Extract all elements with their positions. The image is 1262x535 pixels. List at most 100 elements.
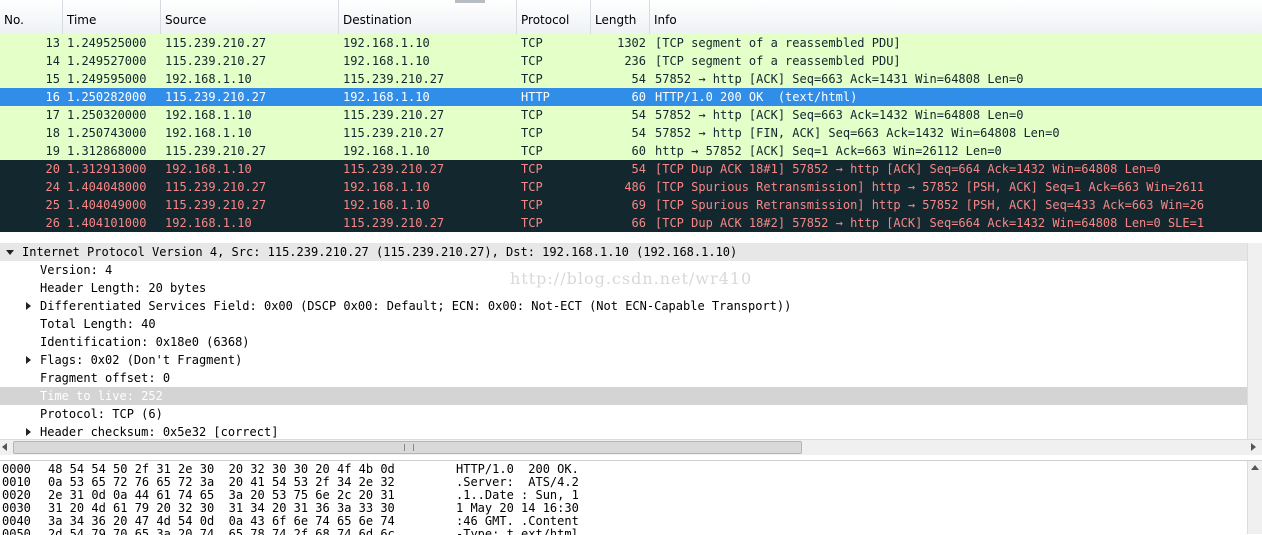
packet-length: 54 <box>631 108 646 122</box>
detail-row[interactable]: Differentiated Services Field: 0x00 (DSC… <box>0 297 1262 315</box>
packet-time: 1.249595000 <box>67 72 147 86</box>
packet-destination: 192.168.1.10 <box>343 54 430 68</box>
column-header-time[interactable]: Time <box>63 0 161 34</box>
detail-row[interactable]: Header checksum: 0x5e32 [correct] <box>0 423 1262 439</box>
packet-protocol: TCP <box>521 198 543 212</box>
packet-length: 69 <box>631 198 646 212</box>
column-header-destination[interactable]: Destination <box>339 0 517 34</box>
packet-protocol: TCP <box>521 54 543 68</box>
packet-protocol: HTTP <box>521 90 550 104</box>
column-header-no[interactable]: No. <box>0 0 63 34</box>
packet-destination: 115.239.210.27 <box>343 162 445 176</box>
packet-protocol: TCP <box>521 162 543 176</box>
packet-no: 15 <box>45 72 60 86</box>
packet-list-header: No. Time Source Destination Protocol Len… <box>0 0 1262 35</box>
packet-source: 115.239.210.27 <box>165 198 267 212</box>
expand-right-arrow-icon[interactable] <box>22 423 36 439</box>
packet-protocol: TCP <box>521 126 543 140</box>
packet-source: 115.239.210.27 <box>165 36 267 50</box>
detail-row[interactable]: Total Length: 40 <box>0 315 1262 333</box>
packet-length: 54 <box>631 72 646 86</box>
packet-no: 25 <box>45 198 60 212</box>
packet-length: 486 <box>624 180 646 194</box>
packet-protocol: TCP <box>521 108 543 122</box>
expand-right-arrow-icon[interactable] <box>22 297 36 315</box>
packet-bytes-pane[interactable]: 0000 48 54 54 50 2f 31 2e 30 20 32 30 30 … <box>0 460 1262 535</box>
detail-text: Internet Protocol Version 4, Src: 115.23… <box>22 245 738 259</box>
packet-source: 192.168.1.10 <box>165 216 252 230</box>
packet-time: 1.250282000 <box>67 90 147 104</box>
scroll-left-arrow-icon[interactable] <box>2 443 7 451</box>
packet-row[interactable]: 18 1.250743000 192.168.1.10 115.239.210.27 T… <box>0 124 1262 142</box>
packet-row[interactable]: 25 1.404049000 115.239.210.27 192.168.1.10 T… <box>0 196 1262 214</box>
packet-source: 115.239.210.27 <box>165 54 267 68</box>
packet-row[interactable]: 17 1.250320000 192.168.1.10 115.239.210.27 T… <box>0 106 1262 124</box>
packet-time: 1.312868000 <box>67 144 147 158</box>
packet-info: [TCP Spurious Retransmission] http → 578… <box>655 180 1205 194</box>
details-horizontal-scrollbar[interactable] <box>0 439 1262 455</box>
detail-row[interactable]: Fragment offset: 0 <box>0 369 1262 387</box>
packet-protocol: TCP <box>521 180 543 194</box>
packet-row[interactable]: 24 1.404048000 115.239.210.27 192.168.1.10 T… <box>0 178 1262 196</box>
grip-icon <box>404 444 414 451</box>
details-vertical-scrollbar[interactable] <box>1247 243 1262 439</box>
packet-row[interactable]: 16 1.250282000 115.239.210.27 192.168.1.10 H… <box>0 88 1262 106</box>
packet-protocol: TCP <box>521 36 543 50</box>
detail-text: Time to live: 252 <box>40 389 163 403</box>
packet-source: 192.168.1.10 <box>165 126 252 140</box>
packet-source: 115.239.210.27 <box>165 180 267 194</box>
packet-row[interactable]: 15 1.249595000 192.168.1.10 115.239.210.27 T… <box>0 70 1262 88</box>
packet-row[interactable]: 26 1.404101000 192.168.1.10 115.239.210.27 T… <box>0 214 1262 232</box>
triangle-icon <box>6 250 14 255</box>
packet-row[interactable]: 20 1.312913000 192.168.1.10 115.239.210.27 T… <box>0 160 1262 178</box>
detail-row[interactable]: Identification: 0x18e0 (6368) <box>0 333 1262 351</box>
packet-length: 66 <box>631 216 646 230</box>
column-header-info[interactable]: Info <box>650 0 1262 34</box>
column-header-protocol[interactable]: Protocol <box>517 0 591 34</box>
packet-details-pane[interactable]: Internet Protocol Version 4, Src: 115.23… <box>0 243 1262 439</box>
packet-length: 60 <box>631 90 646 104</box>
packet-length: 60 <box>631 144 646 158</box>
detail-row[interactable]: Flags: 0x02 (Don't Fragment) <box>0 351 1262 369</box>
detail-row[interactable]: Internet Protocol Version 4, Src: 115.23… <box>0 243 1262 261</box>
watermark-text: http://blog.csdn.net/wr410 <box>510 269 753 288</box>
detail-text: Version: 4 <box>40 263 113 277</box>
packet-time: 1.404049000 <box>67 198 147 212</box>
packet-info: [TCP segment of a reassembled PDU] <box>655 54 901 68</box>
bytes-vertical-scrollbar[interactable] <box>1247 461 1262 534</box>
packet-no: 26 <box>45 216 60 230</box>
detail-row[interactable]: Protocol: TCP (6) <box>0 405 1262 423</box>
column-header-length[interactable]: Length <box>591 0 650 34</box>
packet-info: [TCP Dup ACK 18#1] 57852 → http [ACK] Se… <box>655 162 1161 176</box>
detail-text: Total Length: 40 <box>40 317 156 331</box>
scroll-right-arrow-icon[interactable] <box>1251 443 1256 451</box>
packet-time: 1.250743000 <box>67 126 147 140</box>
packet-time: 1.312913000 <box>67 162 147 176</box>
packet-list-hscroll-thumb[interactable] <box>455 0 485 3</box>
packet-row[interactable]: 14 1.249527000 115.239.210.27 192.168.1.10 T… <box>0 52 1262 70</box>
packet-time: 1.249527000 <box>67 54 147 68</box>
packet-destination: 192.168.1.10 <box>343 198 430 212</box>
detail-text: Identification: 0x18e0 (6368) <box>40 335 250 349</box>
details-hscroll-thumb[interactable] <box>13 441 802 454</box>
packet-no: 18 <box>45 126 60 140</box>
expand-right-arrow-icon[interactable] <box>22 351 36 369</box>
packet-length: 236 <box>624 54 646 68</box>
packet-row[interactable]: 19 1.312868000 115.239.210.27 192.168.1.10 T… <box>0 142 1262 160</box>
expand-down-arrow-icon[interactable] <box>4 243 18 261</box>
packet-protocol: TCP <box>521 216 543 230</box>
packet-destination: 115.239.210.27 <box>343 72 445 86</box>
packet-info: 57852 → http [FIN, ACK] Seq=663 Ack=1432… <box>655 126 1060 140</box>
packet-info: [TCP Dup ACK 18#2] 57852 → http [ACK] Se… <box>655 216 1205 230</box>
packet-length: 54 <box>631 162 646 176</box>
detail-row[interactable]: Time to live: 252 <box>0 387 1262 405</box>
packet-no: 24 <box>45 180 60 194</box>
packet-row[interactable]: 13 1.249525000 115.239.210.27 192.168.1.10 T… <box>0 34 1262 52</box>
column-header-source[interactable]: Source <box>161 0 339 34</box>
scroll-up-arrow-icon[interactable] <box>1251 465 1259 470</box>
packet-info: 57852 → http [ACK] Seq=663 Ack=1432 Win=… <box>655 108 1024 122</box>
packet-destination: 115.239.210.27 <box>343 126 445 140</box>
packet-source: 115.239.210.27 <box>165 144 267 158</box>
triangle-icon <box>26 356 31 364</box>
packet-list-pane[interactable]: No. Time Source Destination Protocol Len… <box>0 0 1262 238</box>
